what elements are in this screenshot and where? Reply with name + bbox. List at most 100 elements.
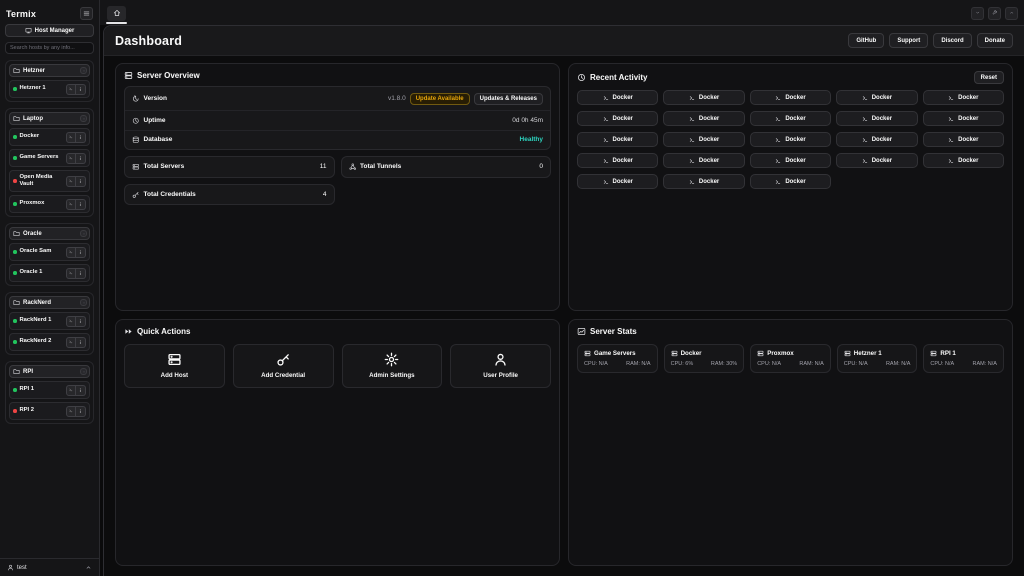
stat-name-row: Hetzner 1 [844,350,911,357]
host-item-rpi-1[interactable]: RPI 1 [9,381,90,399]
host-terminal-button[interactable] [66,316,76,327]
host-item-open-media-vault[interactable]: Open Media Vault [9,170,90,192]
activity-item-button[interactable]: Docker [836,132,917,147]
server-icon [584,350,591,357]
update-available-button[interactable]: Update Available [410,93,470,105]
quick-action-label: Add Host [161,372,189,379]
activity-item-button[interactable]: Docker [577,111,658,126]
host-menu-button[interactable] [76,385,86,396]
activity-item-button[interactable]: Docker [923,153,1004,168]
overview-totals: Total Servers11Total Tunnels0Total Crede… [124,156,551,205]
host-terminal-button[interactable] [66,268,76,279]
folder-toggle-racknerd[interactable]: RackNerd [9,296,90,309]
host-menu-button[interactable] [76,176,86,187]
activity-item-button[interactable]: Docker [750,174,831,189]
host-terminal-button[interactable] [66,199,76,210]
wrench-button[interactable] [988,7,1001,20]
host-terminal-button[interactable] [66,247,76,258]
status-dot [13,319,17,323]
folder-toggle-oracle[interactable]: Oracle [9,227,90,240]
activity-item-button[interactable]: Docker [836,111,917,126]
header-button-donate[interactable]: Donate [977,33,1013,48]
activity-item-button[interactable]: Docker [836,90,917,105]
reset-button[interactable]: Reset [974,71,1004,84]
uptime-row: Uptime 0d 0h 45m [125,110,550,130]
sidebar-menu-button[interactable] [80,7,93,20]
host-menu-button[interactable] [76,84,86,95]
host-item-game-servers[interactable]: Game Servers [9,149,90,167]
host-menu-button[interactable] [76,153,86,164]
activity-item-button[interactable]: Docker [923,90,1004,105]
activity-item-label: Docker [613,137,633,143]
updates-releases-button[interactable]: Updates & Releases [474,93,543,105]
activity-item-button[interactable]: Docker [663,174,744,189]
folder-toggle-laptop[interactable]: Laptop [9,112,90,125]
tab-home[interactable] [107,6,126,21]
host-terminal-button[interactable] [66,84,76,95]
host-menu-button[interactable] [76,199,86,210]
header-button-support[interactable]: Support [889,33,928,48]
quick-action-user-profile[interactable]: User Profile [450,344,551,388]
quick-action-admin-settings[interactable]: Admin Settings [342,344,443,388]
host-item-rpi-2[interactable]: RPI 2 [9,402,90,420]
activity-item-button[interactable]: Docker [577,90,658,105]
history-icon [132,95,140,103]
activity-item-button[interactable]: Docker [663,90,744,105]
activity-item-button[interactable]: Docker [750,132,831,147]
activity-item-button[interactable]: Docker [577,132,658,147]
chevron-down-button[interactable] [971,7,984,20]
activity-item-button[interactable]: Docker [750,90,831,105]
activity-item-button[interactable]: Docker [577,174,658,189]
host-actions [66,132,86,143]
activity-item-button[interactable]: Docker [663,153,744,168]
activity-item-button[interactable]: Docker [750,153,831,168]
terminal-icon [603,137,609,143]
host-terminal-button[interactable] [66,385,76,396]
host-item-docker[interactable]: Docker [9,128,90,146]
activity-item-button[interactable]: Docker [923,132,1004,147]
activity-item-button[interactable]: Docker [577,153,658,168]
activity-item-label: Docker [699,158,719,164]
quick-action-add-host[interactable]: Add Host [124,344,225,388]
host-terminal-button[interactable] [66,406,76,417]
folder-toggle-hetzner[interactable]: Hetzner [9,64,90,77]
folder-toggle-rpi[interactable]: RPI [9,365,90,378]
host-terminal-button[interactable] [66,132,76,143]
chevron-down-icon [80,115,87,122]
host-manager-button[interactable]: Host Manager [5,24,94,37]
quick-action-add-credential[interactable]: Add Credential [233,344,334,388]
host-item-oracle-sam[interactable]: Oracle Sam [9,243,90,261]
host-item-proxmox[interactable]: Proxmox [9,195,90,213]
host-menu-button[interactable] [76,247,86,258]
chevron-up-button[interactable] [1005,7,1018,20]
host-search-input[interactable] [5,42,94,54]
header-button-github[interactable]: GitHub [848,33,884,48]
host-menu-button[interactable] [76,337,86,348]
host-item-oracle-1[interactable]: Oracle 1 [9,264,90,282]
activity-item-button[interactable]: Docker [836,153,917,168]
host-terminal-button[interactable] [66,176,76,187]
status-dot [13,135,17,139]
activity-item-label: Docker [613,116,633,122]
host-terminal-button[interactable] [66,337,76,348]
header-button-discord[interactable]: Discord [933,33,971,48]
sidebar-footer[interactable]: test [0,558,99,573]
host-menu-button[interactable] [76,132,86,143]
host-menu-button[interactable] [76,316,86,327]
version-value: v1.8.0 [388,95,406,102]
dots-vertical-icon [78,409,83,414]
host-item-hetzner-1[interactable]: Hetzner 1 [9,80,90,98]
activity-item-button[interactable]: Docker [663,132,744,147]
activity-item-button[interactable]: Docker [750,111,831,126]
host-menu-button[interactable] [76,406,86,417]
host-menu-button[interactable] [76,268,86,279]
terminal-icon [689,179,695,185]
server-icon [132,163,140,171]
host-item-racknerd-1[interactable]: RackNerd 1 [9,312,90,330]
activity-item-button[interactable]: Docker [663,111,744,126]
sidebar-folder-hetzner: Hetzner Hetzner 1 [5,60,94,102]
stat-name-row: Docker [671,350,738,357]
host-item-racknerd-2[interactable]: RackNerd 2 [9,333,90,351]
activity-item-button[interactable]: Docker [923,111,1004,126]
host-terminal-button[interactable] [66,153,76,164]
